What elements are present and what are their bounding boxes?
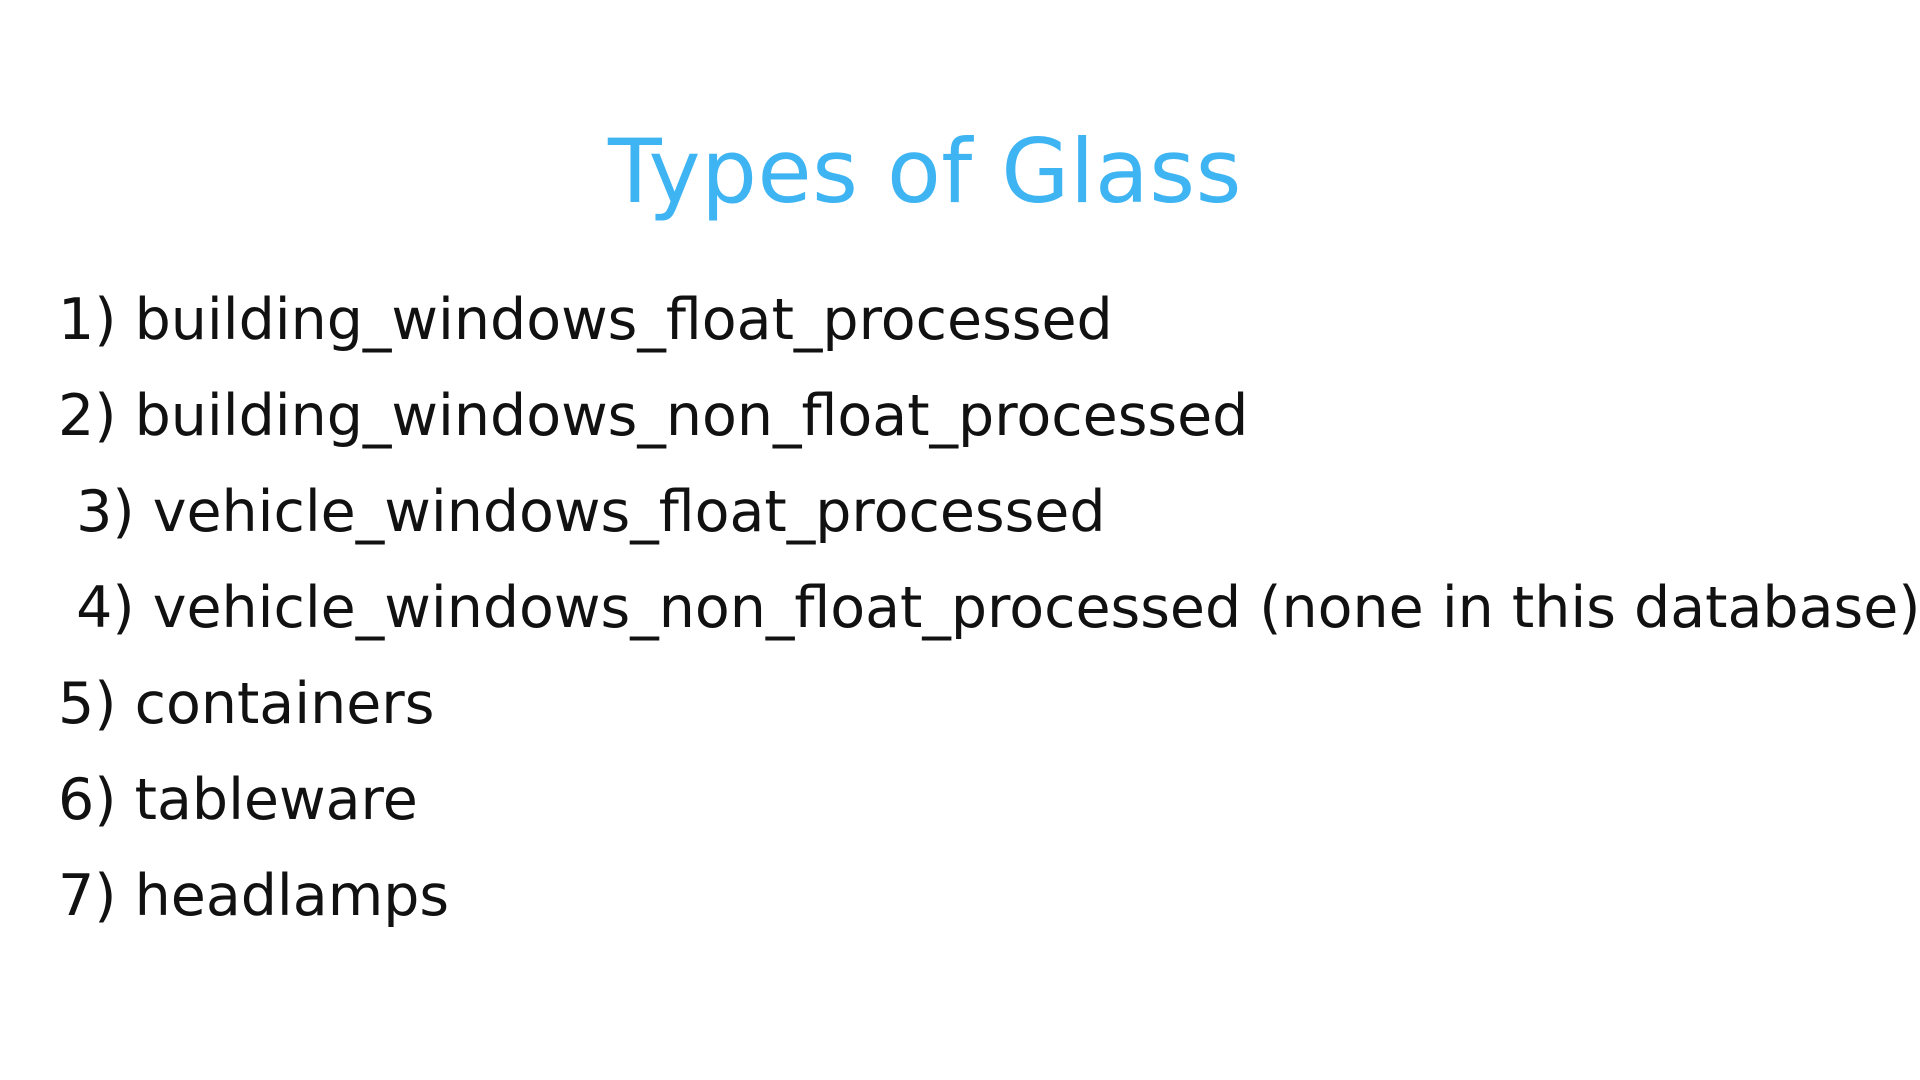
slide: Types of Glass 1) building_windows_float… — [0, 0, 1920, 1080]
list-item: 1) building_windows_float_processed — [58, 287, 1113, 353]
list-item: 2) building_windows_non_float_processed — [58, 383, 1249, 449]
list-item: 7) headlamps — [58, 863, 450, 929]
list-item: 5) containers — [58, 671, 435, 737]
list-item: 6) tableware — [58, 767, 418, 833]
list-item: 3) vehicle_windows_float_processed — [58, 479, 1106, 545]
slide-title: Types of Glass — [608, 119, 1242, 223]
list-item: 4) vehicle_windows_non_float_processed (… — [58, 575, 1920, 641]
glass-types-list: 1) building_windows_float_processed 2) b… — [58, 272, 1920, 944]
